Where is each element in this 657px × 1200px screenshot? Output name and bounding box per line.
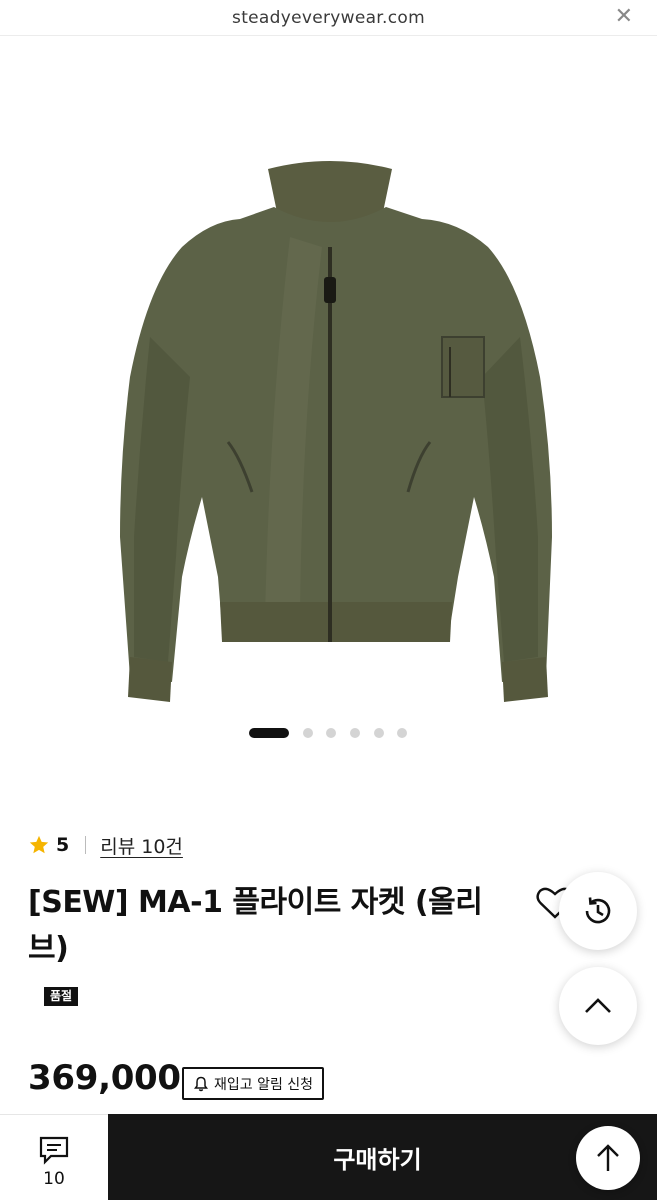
arrow-up-icon	[597, 1144, 619, 1171]
restock-alert-label: 재입고 알림 신청	[214, 1076, 314, 1093]
url-text[interactable]: steadyeverywear.com	[0, 8, 657, 28]
soldout-badge: 품절	[44, 987, 79, 1006]
review-count: 10	[43, 1169, 65, 1189]
pagination-dot[interactable]	[397, 728, 407, 738]
browser-url-bar: steadyeverywear.com ✕	[0, 0, 657, 36]
close-icon[interactable]: ✕	[615, 6, 633, 28]
product-price: 369,000	[28, 1058, 181, 1098]
scroll-up-button[interactable]	[559, 967, 637, 1045]
review-button[interactable]: 10	[0, 1114, 108, 1200]
pagination-dot[interactable]	[350, 728, 360, 738]
product-image	[120, 161, 552, 702]
chevron-up-icon	[585, 998, 611, 1013]
pagination-dot[interactable]	[374, 728, 384, 738]
star-icon	[29, 835, 49, 854]
bottom-action-bar: 10 구매하기	[0, 1114, 657, 1200]
rating-value: 5	[56, 834, 70, 856]
gallery-pagination	[0, 727, 657, 739]
back-to-top-button[interactable]	[576, 1126, 640, 1190]
history-icon	[585, 897, 611, 924]
comment-icon	[39, 1136, 69, 1165]
pagination-dot[interactable]	[326, 728, 336, 738]
pagination-dot[interactable]	[303, 728, 313, 738]
rating-row: 5 리뷰 10건	[28, 832, 183, 858]
product-image-gallery[interactable]	[0, 37, 657, 747]
restock-alert-button[interactable]: 재입고 알림 신청	[182, 1067, 324, 1100]
recently-viewed-button[interactable]	[559, 872, 637, 950]
divider	[85, 836, 87, 854]
product-title: [SEW] MA-1 플라이트 자켓 (올리브)	[28, 885, 483, 966]
bell-icon	[194, 1076, 208, 1091]
review-count-link[interactable]: 리뷰 10건	[100, 832, 183, 859]
pagination-dot-active[interactable]	[249, 728, 289, 738]
buy-button[interactable]: 구매하기	[108, 1114, 657, 1200]
